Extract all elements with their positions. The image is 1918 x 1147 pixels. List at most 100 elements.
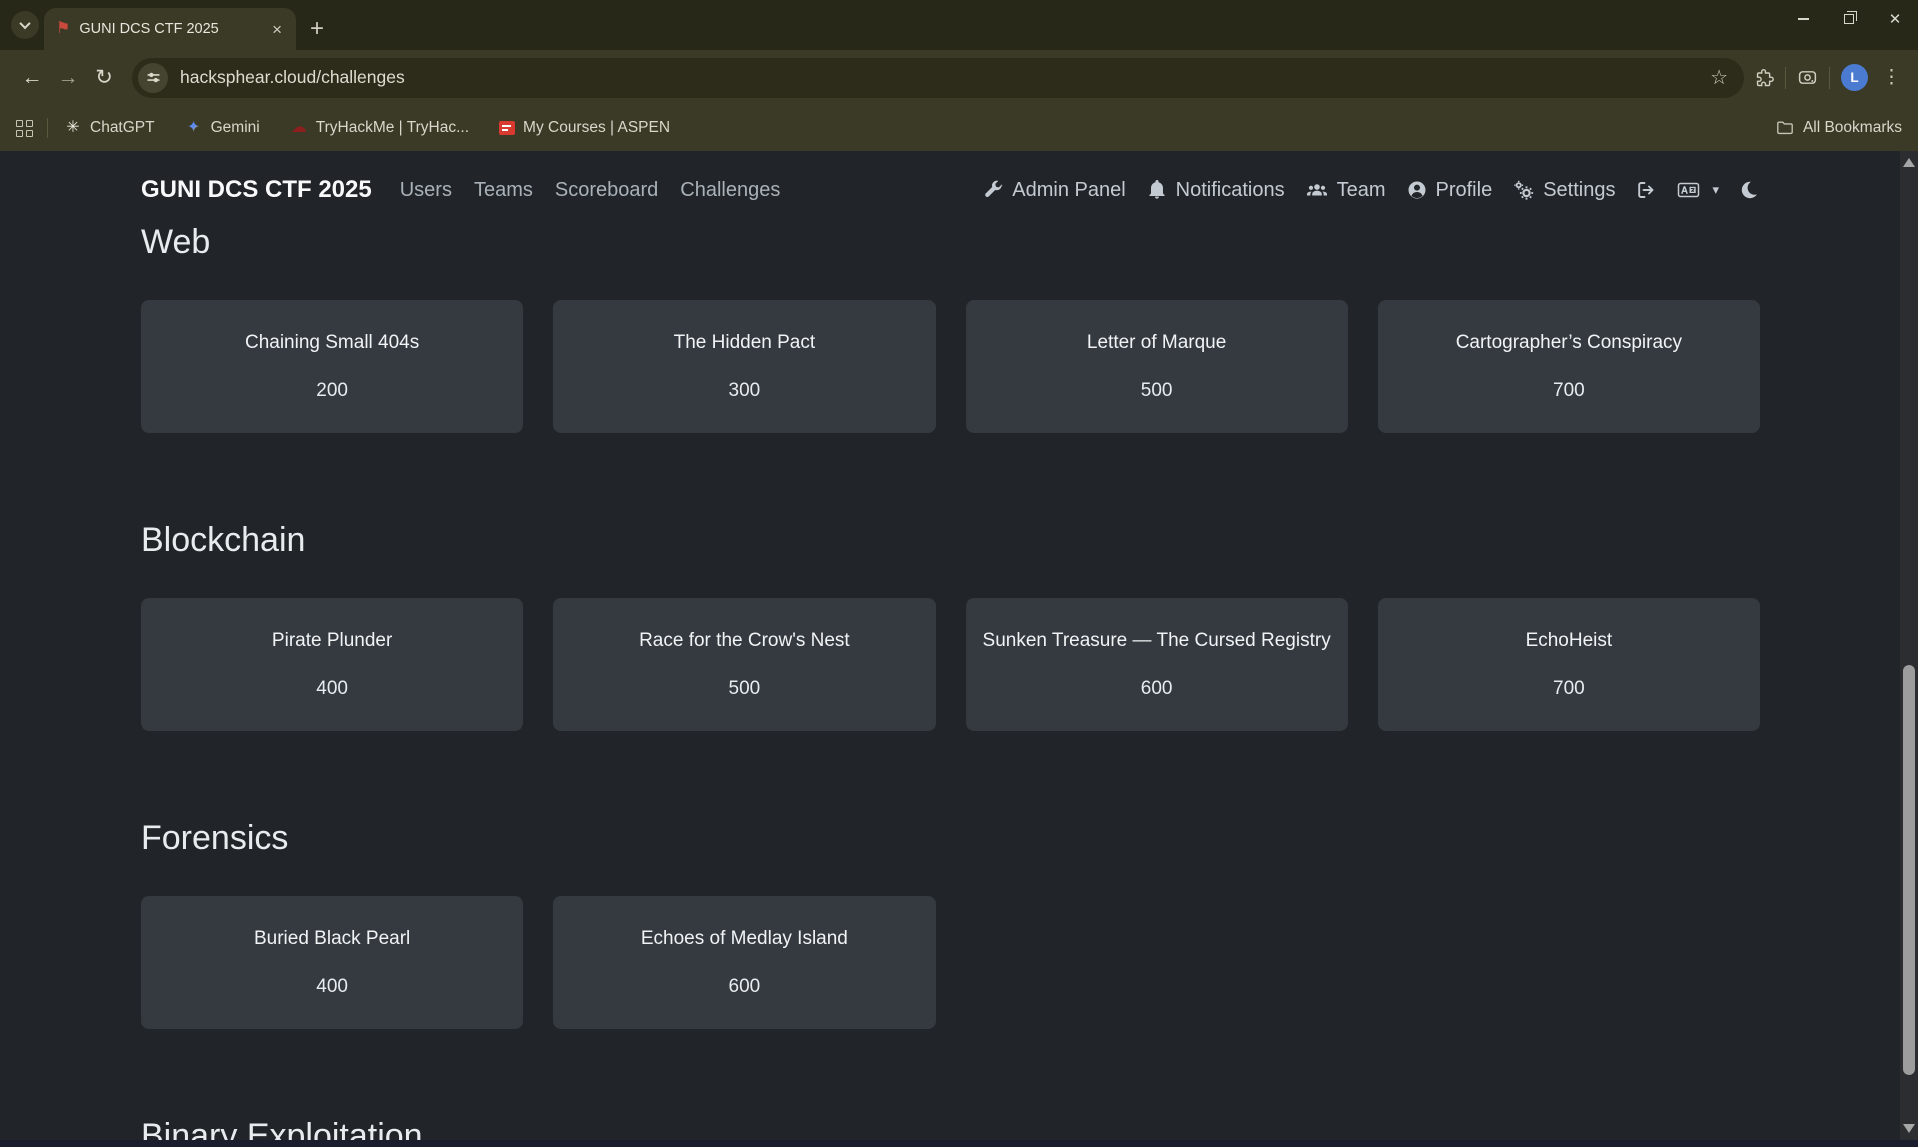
site-info-button[interactable] bbox=[138, 63, 168, 93]
challenge-grid: Buried Black Pearl 400 Echoes of Medlay … bbox=[141, 896, 1760, 1029]
challenge-card[interactable]: Buried Black Pearl 400 bbox=[141, 896, 523, 1029]
bookmark-star-icon[interactable]: ☆ bbox=[1710, 65, 1734, 90]
page-scrollbar[interactable] bbox=[1900, 151, 1918, 1140]
challenge-points: 700 bbox=[1553, 380, 1585, 402]
tune-icon bbox=[146, 70, 161, 85]
nav-label: Admin Panel bbox=[1012, 179, 1125, 202]
challenge-grid: Chaining Small 404s 200 The Hidden Pact … bbox=[141, 300, 1760, 433]
challenge-card[interactable]: Sunken Treasure — The Cursed Registry 60… bbox=[966, 598, 1348, 731]
section-title: Web bbox=[141, 222, 1760, 262]
challenge-card[interactable]: The Hidden Pact 300 bbox=[553, 300, 935, 433]
window-minimize-button[interactable] bbox=[1780, 0, 1826, 38]
bookmarks-separator bbox=[47, 118, 48, 138]
nav-label: Settings bbox=[1543, 179, 1615, 202]
nav-notifications[interactable]: Notifications bbox=[1147, 179, 1285, 202]
bookmark-aspen[interactable]: My Courses | ASPEN bbox=[499, 119, 670, 137]
nav-label: Profile bbox=[1436, 179, 1493, 202]
profile-avatar[interactable]: L bbox=[1841, 64, 1868, 91]
scrollbar-thumb[interactable] bbox=[1903, 665, 1915, 1075]
tab-close-icon[interactable]: × bbox=[268, 21, 286, 38]
extensions-icon[interactable] bbox=[1754, 68, 1774, 88]
new-tab-button[interactable]: + bbox=[310, 17, 324, 41]
scroll-up-arrow[interactable] bbox=[1903, 158, 1915, 167]
address-bar[interactable]: hacksphear.cloud/challenges ☆ bbox=[132, 58, 1744, 98]
window-close-button[interactable]: ✕ bbox=[1872, 0, 1918, 38]
screen-capture-icon[interactable] bbox=[1797, 67, 1818, 88]
challenge-sections: Web Chaining Small 404s 200 The Hidden P… bbox=[141, 222, 1760, 1140]
back-button[interactable]: ← bbox=[14, 60, 50, 96]
taskbar-edge bbox=[0, 1140, 1918, 1147]
url-text[interactable]: hacksphear.cloud/challenges bbox=[180, 67, 405, 88]
nav-link-challenges[interactable]: Challenges bbox=[680, 179, 780, 202]
nav-dark-mode[interactable] bbox=[1740, 180, 1760, 200]
nav-label: Team bbox=[1337, 179, 1386, 202]
gears-icon bbox=[1513, 180, 1534, 200]
challenge-points: 500 bbox=[729, 678, 761, 700]
challenge-card[interactable]: Chaining Small 404s 200 bbox=[141, 300, 523, 433]
challenge-card[interactable]: Letter of Marque 500 bbox=[966, 300, 1348, 433]
nav-profile[interactable]: Profile bbox=[1407, 179, 1493, 202]
page-content: GUNI DCS CTF 2025 Users Teams Scoreboard… bbox=[0, 151, 1918, 1140]
nav-logout[interactable] bbox=[1636, 180, 1656, 200]
bookmark-chatgpt[interactable]: ✳ ChatGPT bbox=[64, 119, 155, 137]
challenge-title: Echoes of Medlay Island bbox=[631, 928, 858, 950]
restore-icon bbox=[1844, 14, 1854, 24]
browser-tab[interactable]: ⚑ GUNI DCS CTF 2025 × bbox=[44, 8, 296, 50]
nav-language[interactable]: ▾ bbox=[1677, 180, 1719, 200]
tab-search-button[interactable] bbox=[11, 11, 39, 39]
challenge-title: EchoHeist bbox=[1516, 630, 1623, 652]
challenge-card[interactable]: Pirate Plunder 400 bbox=[141, 598, 523, 731]
section-title: Blockchain bbox=[141, 520, 1760, 560]
bookmark-label: My Courses | ASPEN bbox=[523, 119, 670, 137]
challenge-title: Race for the Crow's Nest bbox=[629, 630, 860, 652]
toolbar-separator bbox=[1829, 67, 1830, 89]
site-navbar: GUNI DCS CTF 2025 Users Teams Scoreboard… bbox=[141, 151, 1760, 213]
aspen-logo-icon bbox=[499, 121, 515, 135]
challenge-title: Cartographer’s Conspiracy bbox=[1446, 332, 1692, 354]
browser-menu-icon[interactable]: ⋮ bbox=[1879, 66, 1904, 89]
challenge-card[interactable]: Echoes of Medlay Island 600 bbox=[553, 896, 935, 1029]
all-bookmarks-button[interactable]: All Bookmarks bbox=[1776, 119, 1902, 137]
challenge-points: 300 bbox=[729, 380, 761, 402]
reload-button[interactable]: ↻ bbox=[86, 60, 122, 96]
nav-team[interactable]: Team bbox=[1306, 179, 1386, 202]
challenge-grid: Pirate Plunder 400 Race for the Crow's N… bbox=[141, 598, 1760, 731]
bookmark-tryhackme[interactable]: ☁ TryHackMe | TryHac... bbox=[290, 119, 469, 137]
window-restore-button[interactable] bbox=[1826, 0, 1872, 38]
nav-admin-panel[interactable]: Admin Panel bbox=[983, 179, 1125, 202]
all-bookmarks-label: All Bookmarks bbox=[1803, 119, 1902, 137]
nav-link-scoreboard[interactable]: Scoreboard bbox=[555, 179, 658, 202]
site-nav-links: Users Teams Scoreboard Challenges bbox=[400, 179, 781, 202]
bookmark-label: TryHackMe | TryHac... bbox=[316, 119, 469, 137]
user-navbar: Admin Panel Notifications Team bbox=[983, 179, 1760, 202]
logout-icon bbox=[1636, 180, 1656, 200]
challenge-card[interactable]: EchoHeist 700 bbox=[1378, 598, 1760, 731]
nav-link-users[interactable]: Users bbox=[400, 179, 452, 202]
section-title: Binary Exploitation bbox=[141, 1116, 1760, 1140]
forward-button[interactable]: → bbox=[50, 60, 86, 96]
profile-icon bbox=[1407, 180, 1427, 200]
gemini-logo-icon: ✦ bbox=[185, 120, 203, 136]
challenge-card[interactable]: Cartographer’s Conspiracy 700 bbox=[1378, 300, 1760, 433]
section-title: Forensics bbox=[141, 818, 1760, 858]
tryhackme-cloud-icon: ☁ bbox=[290, 120, 308, 136]
bookmarks-bar: ✳ ChatGPT ✦ Gemini ☁ TryHackMe | TryHac.… bbox=[0, 105, 1918, 151]
scroll-down-arrow[interactable] bbox=[1903, 1124, 1915, 1133]
nav-link-teams[interactable]: Teams bbox=[474, 179, 533, 202]
browser-toolbar: ← → ↻ hacksphear.cloud/challenges ☆ L ⋮ bbox=[0, 50, 1918, 105]
bookmark-gemini[interactable]: ✦ Gemini bbox=[185, 119, 260, 137]
apps-grid-icon[interactable] bbox=[16, 120, 33, 137]
ctf-flag-favicon-icon: ⚑ bbox=[56, 21, 70, 37]
wrench-icon bbox=[983, 180, 1003, 200]
challenge-card[interactable]: Race for the Crow's Nest 500 bbox=[553, 598, 935, 731]
site-brand[interactable]: GUNI DCS CTF 2025 bbox=[141, 176, 372, 204]
bookmark-label: ChatGPT bbox=[90, 119, 155, 137]
challenge-section: Web Chaining Small 404s 200 The Hidden P… bbox=[141, 222, 1760, 433]
challenge-section: Blockchain Pirate Plunder 400 Race for t… bbox=[141, 520, 1760, 731]
challenge-title: Buried Black Pearl bbox=[244, 928, 420, 950]
toolbar-separator bbox=[1785, 67, 1786, 89]
browser-titlebar: ⚑ GUNI DCS CTF 2025 × + ✕ bbox=[0, 0, 1918, 50]
chatgpt-logo-icon: ✳ bbox=[64, 120, 82, 136]
challenge-title: Sunken Treasure — The Cursed Registry bbox=[973, 630, 1341, 652]
nav-settings[interactable]: Settings bbox=[1513, 179, 1615, 202]
